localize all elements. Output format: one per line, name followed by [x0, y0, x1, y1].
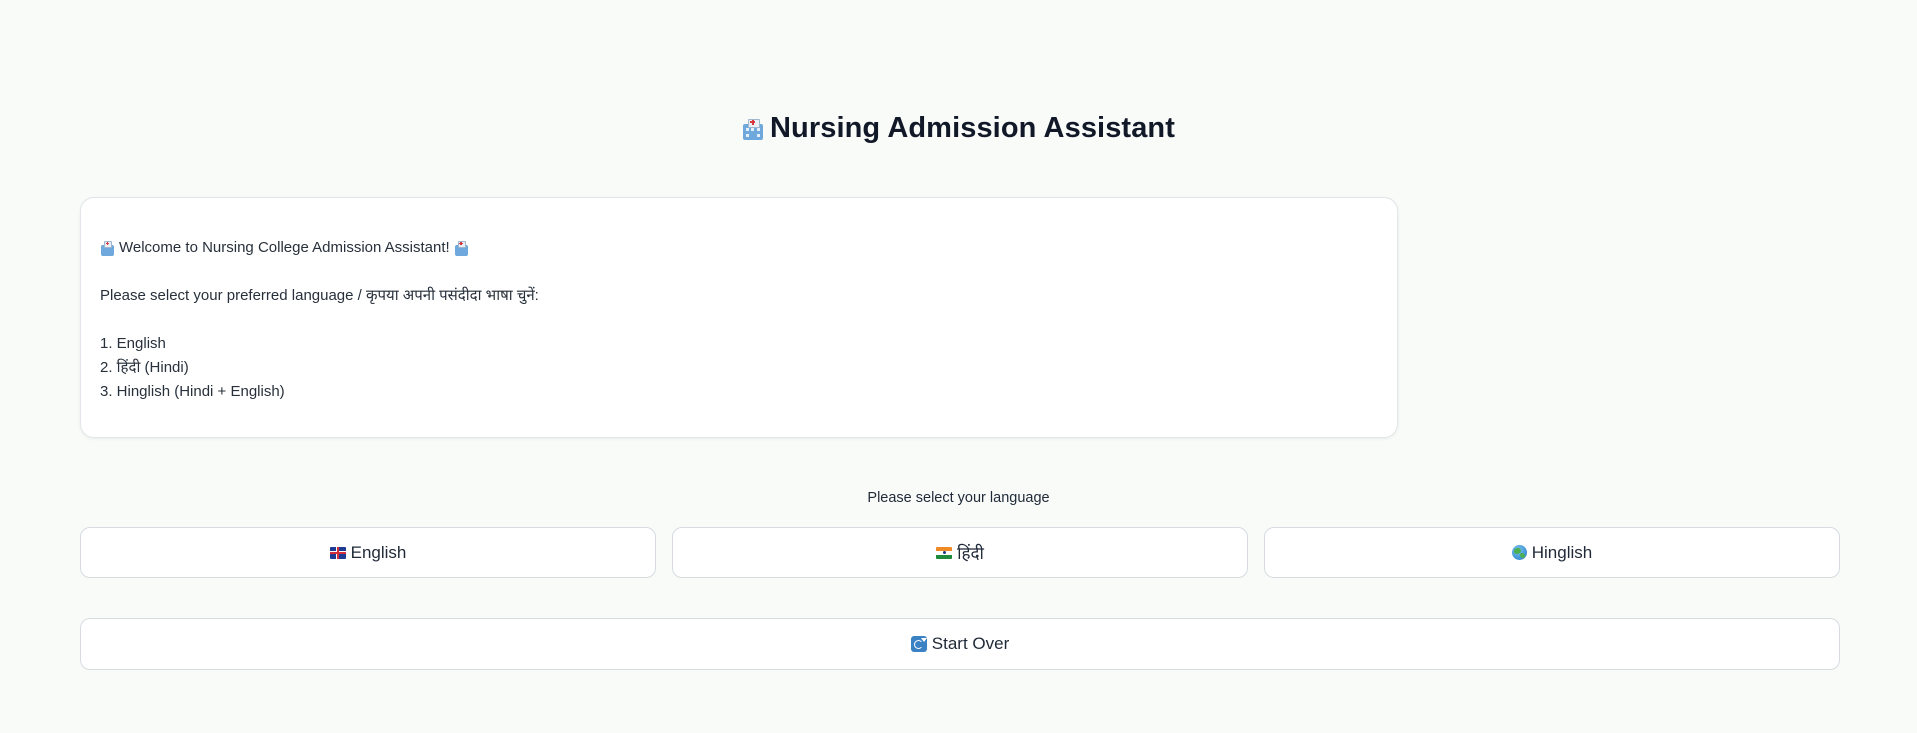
english-button[interactable]: English	[80, 527, 656, 578]
hospital-icon	[100, 240, 115, 256]
start-over-button-label: Start Over	[931, 634, 1010, 653]
welcome-line: Welcome to Nursing College Admission Ass…	[100, 236, 1378, 260]
hospital-icon	[454, 240, 469, 256]
hinglish-button-label: Hinglish	[1531, 542, 1593, 562]
hindi-button-label: हिंदी	[957, 544, 984, 563]
uk-flag-icon	[329, 546, 346, 559]
welcome-text: Welcome to Nursing College Admission Ass…	[119, 239, 450, 256]
page-title-text: Nursing Admission Assistant	[769, 112, 1175, 144]
assistant-message-card: Welcome to Nursing College Admission Ass…	[80, 197, 1398, 438]
language-option-english: 1. English	[100, 335, 166, 352]
instruction-text: Please select your preferred language / …	[100, 287, 539, 304]
india-flag-icon	[936, 546, 953, 559]
english-button-label: English	[350, 542, 407, 562]
hinglish-button[interactable]: Hinglish	[1264, 527, 1840, 578]
hindi-button[interactable]: हिंदी	[672, 527, 1248, 578]
refresh-icon	[910, 636, 927, 652]
app-page: Nursing Admission Assistant Welcome to N…	[0, 0, 1917, 733]
hospital-icon	[742, 118, 764, 140]
language-prompt: Please select your language	[867, 490, 1050, 506]
globe-icon	[1511, 545, 1527, 560]
page-title: Nursing Admission Assistant	[0, 112, 1917, 145]
language-option-hindi: 2. हिंदी (Hindi)	[100, 359, 189, 376]
language-option-hinglish: 3. Hinglish (Hindi + English)	[100, 383, 285, 400]
start-over-button[interactable]: Start Over	[80, 618, 1840, 670]
